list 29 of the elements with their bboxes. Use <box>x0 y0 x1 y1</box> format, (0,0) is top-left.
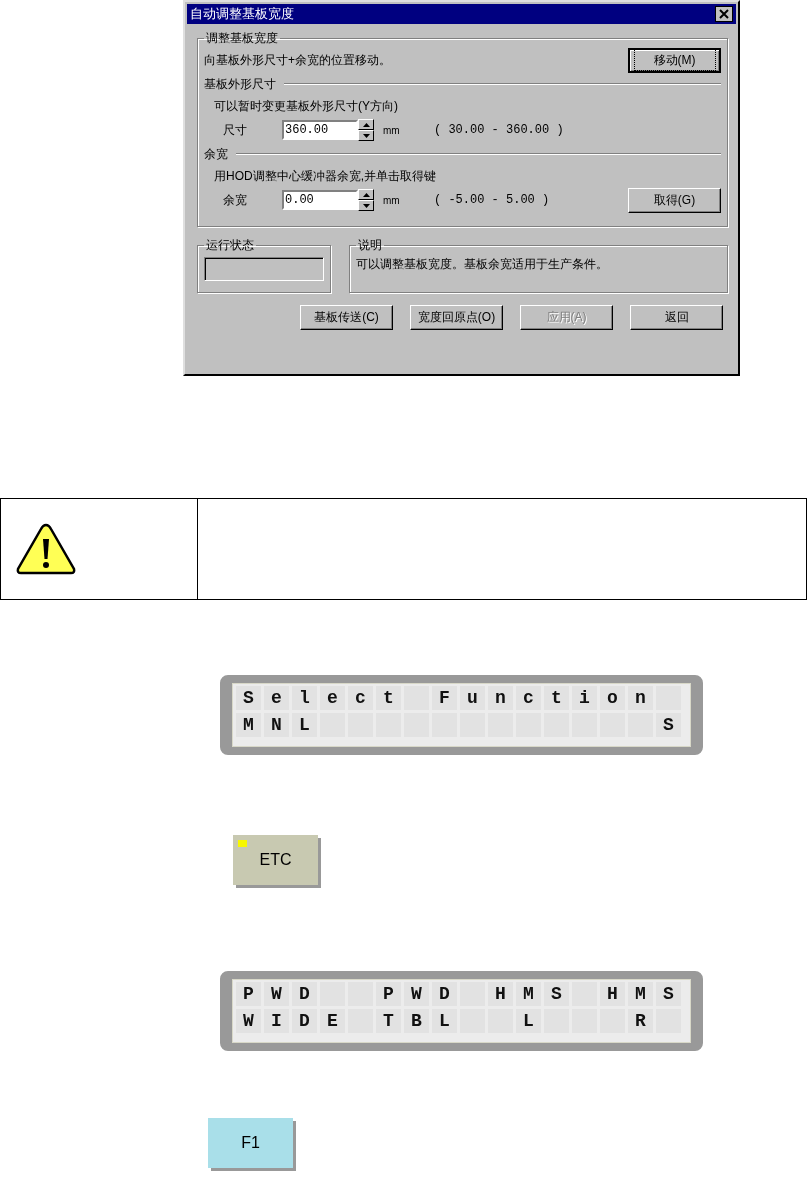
section-heading: 基板外形尺寸 <box>204 75 276 93</box>
key-button[interactable]: ETC <box>233 835 318 885</box>
unit-label: mm <box>383 124 401 136</box>
spinner-icon[interactable] <box>358 119 374 141</box>
dialog-button[interactable]: 基板传送(C) <box>300 305 393 330</box>
group-label: 运行状态 <box>205 237 255 254</box>
dialog-button[interactable]: 返回 <box>630 305 723 330</box>
field-label: 余宽 <box>223 191 248 209</box>
hint-text: 可以暂时变更基板外形尺寸(Y方向) <box>213 98 399 115</box>
field-label: 尺寸 <box>223 121 248 139</box>
instruction-text: 向基板外形尺寸+余宽的位置移动。 <box>204 51 391 69</box>
close-icon[interactable] <box>715 6 733 22</box>
group-label: 说明 <box>357 237 383 254</box>
range-text: ( 30.00 - 360.00 ) <box>434 123 564 137</box>
section-heading: 余宽 <box>204 145 228 163</box>
group-label: 调整基板宽度 <box>205 30 279 47</box>
hint-text: 用HOD调整中心缓冲器余宽,并单击取得键 <box>213 168 437 185</box>
dialog-button[interactable]: 宽度回原点(O) <box>410 305 503 330</box>
window-title: 自动调整基板宽度 <box>190 5 294 23</box>
move-button[interactable]: 移动(M) <box>628 47 721 73</box>
key-button[interactable]: F1 <box>208 1118 293 1168</box>
description-text: 可以调整基板宽度。基板余宽适用于生产条件。 <box>356 256 609 273</box>
number-field[interactable]: 0.00 <box>282 190 358 210</box>
get-button[interactable]: 取得(G) <box>628 187 721 213</box>
range-text: ( -5.00 - 5.00 ) <box>434 193 550 207</box>
unit-label: mm <box>383 194 401 206</box>
warning-icon <box>16 523 76 575</box>
number-field[interactable]: 360.00 <box>282 120 358 140</box>
spinner-icon[interactable] <box>358 189 374 211</box>
